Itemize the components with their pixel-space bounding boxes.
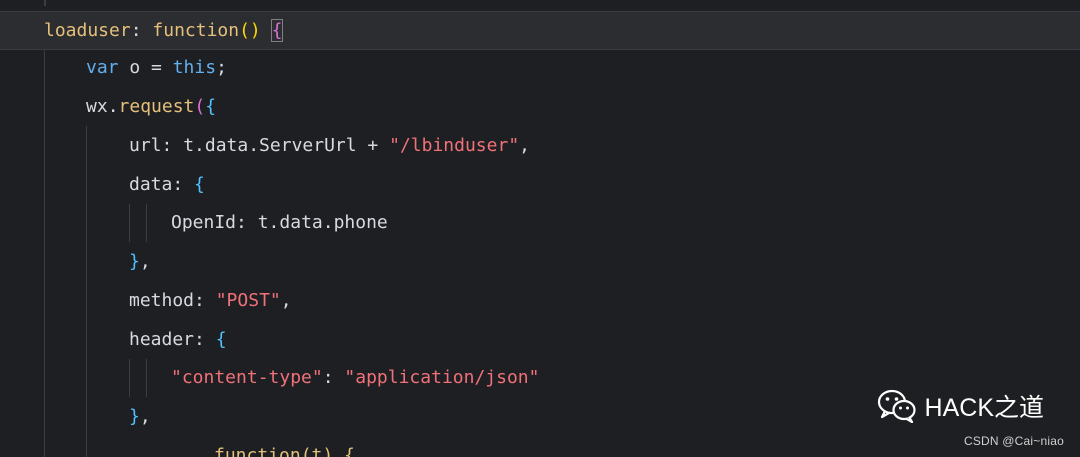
brace: { — [215, 329, 227, 350]
brace: } — [129, 406, 140, 427]
colon: : — [322, 367, 345, 388]
brace: { — [194, 174, 205, 195]
property-name: data — [129, 174, 173, 195]
identifier: o = — [118, 57, 173, 78]
dot: . — [107, 96, 119, 117]
code-line-2[interactable]: var o = this; — [0, 49, 1080, 88]
code-line-6[interactable]: OpenId: t.data.phone — [0, 204, 1080, 243]
code-line-8[interactable]: method: "POST", — [0, 282, 1080, 321]
string-literal: "application/json" — [344, 367, 540, 388]
matched-brace: { — [270, 19, 284, 42]
credit-text: CSDN @Cai~niao — [963, 434, 1064, 448]
comma: , — [139, 251, 151, 272]
code-line-7[interactable]: }, — [0, 243, 1080, 282]
expression: t.data.phone — [257, 212, 388, 233]
string-literal: "POST" — [215, 290, 281, 311]
code-line-12[interactable]: function(t) { — [0, 437, 1080, 457]
colon: : — [172, 174, 195, 195]
brace: { — [205, 96, 217, 117]
semicolon: ; — [216, 57, 227, 78]
brace: } — [129, 251, 140, 272]
code-line-4[interactable]: url: t.data.ServerUrl + "/lbinduser", — [0, 127, 1080, 166]
wechat-icon — [877, 389, 917, 424]
property-name: method — [129, 290, 195, 311]
code-line-9[interactable]: header: { — [0, 321, 1080, 360]
code-line-5[interactable]: data: { — [0, 166, 1080, 205]
property-name: loaduser — [44, 20, 131, 41]
watermark-text: HACK之道 — [924, 394, 1044, 422]
comma: , — [280, 290, 292, 311]
keyword-var: var — [86, 57, 119, 78]
colon: : — [194, 329, 216, 350]
comma: , — [139, 406, 151, 427]
paren: ( — [194, 96, 206, 117]
code-line-1[interactable]: loaduser: function() { — [0, 11, 1080, 50]
indent-guide-stub — [44, 0, 46, 6]
property-name: url — [129, 135, 162, 156]
property-name: OpenId — [171, 212, 237, 233]
method-name: request — [118, 96, 195, 117]
property-name: header — [129, 329, 195, 350]
code-line-3[interactable]: wx.request({ — [0, 88, 1080, 127]
expression: t.data.ServerUrl — [183, 135, 357, 156]
operator: + — [356, 135, 390, 156]
string-literal: "content-type" — [171, 367, 323, 388]
colon: : — [194, 290, 216, 311]
partial-code: function(t) { — [214, 445, 355, 457]
string-literal: "/lbinduser" — [389, 135, 520, 156]
parens: () — [239, 20, 261, 41]
object-name: wx — [86, 96, 108, 117]
keyword-function: function — [152, 20, 240, 41]
keyword-this: this — [172, 57, 217, 78]
colon: : — [236, 212, 258, 233]
colon: : — [161, 135, 184, 156]
watermark: HACK之道 — [877, 388, 1044, 424]
comma: , — [519, 135, 530, 156]
colon: : — [130, 20, 153, 41]
code-editor[interactable]: loaduser: function() { var o = this; wx.… — [0, 0, 1080, 457]
